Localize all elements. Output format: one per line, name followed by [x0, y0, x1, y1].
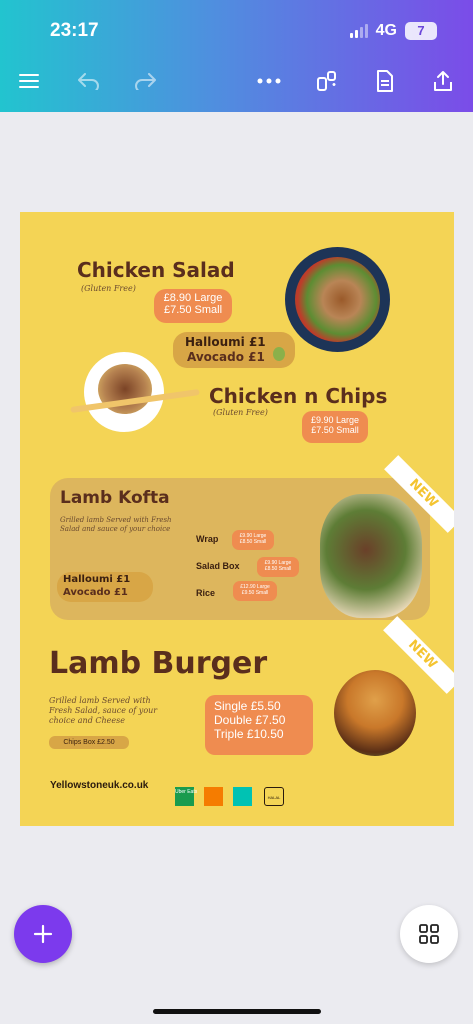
deliveroo-logo	[233, 787, 252, 806]
halloumi-extra: Halloumi £1	[185, 335, 266, 349]
chicken-salad-price-large: £8.90 Large	[163, 292, 223, 304]
kofta-wrap-small: £8.50 Small	[239, 539, 267, 545]
extras-pill: Halloumi £1 Avocado £1	[173, 332, 295, 368]
lamb-kofta-description-2: Salad and sauce of your choice	[60, 525, 171, 533]
kofta-avocado: Avocado £1	[63, 587, 128, 598]
battery-icon: 7	[405, 22, 437, 40]
redo-icon[interactable]	[128, 64, 162, 98]
magic-resize-icon[interactable]	[310, 64, 344, 98]
network-label: 4G	[375, 22, 397, 39]
lamb-burger-description-2: Fresh Salad, sauce of your	[49, 706, 158, 715]
add-button[interactable]	[14, 905, 72, 963]
chicken-chips-subtitle: (Gluten Free)	[213, 408, 268, 417]
kofta-extras-pill: Halloumi £1 Avocado £1	[57, 572, 153, 602]
halal-logo: HALAL	[264, 787, 284, 806]
just-eat-logo	[204, 787, 223, 806]
kofta-wrap-prices: £9.90 Large £8.50 Small	[232, 530, 274, 550]
chicken-chips-title: Chicken n Chips	[209, 384, 388, 408]
avocado-extra: Avocado £1	[187, 350, 265, 364]
home-indicator	[153, 1009, 321, 1014]
status-indicators: 4G 7	[349, 22, 437, 40]
kofta-option-rice: Rice	[196, 588, 216, 598]
status-time: 23:17	[50, 20, 99, 41]
plus-icon	[33, 924, 53, 944]
uber-eats-logo: Uber Eats	[175, 787, 197, 806]
chips-box-pill: Chips Box £2.50	[49, 736, 129, 749]
lamb-burger-description-3: choice and Cheese	[49, 716, 125, 725]
chicken-chips-price-small: £7.50 Small	[311, 425, 359, 435]
chicken-salad-title: Chicken Salad	[77, 258, 235, 282]
burger-prices: Single £5.50 Double £7.50 Triple £10.50	[205, 695, 313, 755]
more-icon[interactable]	[252, 64, 286, 98]
lamb-kofta-description-1: Grilled lamb Served with Fresh	[60, 516, 172, 524]
kofta-option-salad-box: Salad Box	[196, 561, 240, 571]
avocado-icon	[273, 347, 285, 361]
lamb-burger-description-1: Grilled lamb Served with	[49, 696, 151, 705]
chicken-chips-price-large: £9.90 Large	[310, 415, 360, 425]
burger-triple: Triple £10.50	[214, 727, 284, 741]
undo-icon[interactable]	[72, 64, 106, 98]
website-link: Yellowstoneuk.co.uk	[50, 780, 149, 791]
chicken-salad-subtitle: (Gluten Free)	[81, 284, 136, 293]
signal-icon	[349, 24, 368, 38]
lamb-burger-title: Lamb Burger	[49, 646, 268, 681]
chicken-chips-prices: £9.90 Large £7.50 Small	[302, 411, 368, 443]
burger-single: Single £5.50	[214, 699, 281, 713]
document-icon[interactable]	[368, 64, 402, 98]
kofta-salad-box-prices: £9.90 Large £8.50 Small	[257, 557, 299, 577]
grid-icon	[419, 924, 439, 944]
pages-grid-button[interactable]	[400, 905, 458, 963]
kofta-option-wrap: Wrap	[196, 534, 219, 544]
chicken-salad-photo	[285, 247, 390, 352]
chicken-salad-prices: £8.90 Large £7.50 Small	[154, 289, 232, 323]
chicken-chips-photo	[84, 352, 164, 432]
hamburger-icon[interactable]	[12, 64, 46, 98]
kofta-rice-small: £9.50 Small	[241, 590, 269, 596]
share-icon[interactable]	[426, 64, 460, 98]
lamb-kofta-title: Lamb Kofta	[60, 488, 170, 508]
kofta-salad-small: £8.50 Small	[264, 566, 292, 572]
design-canvas[interactable]: Chicken Salad (Gluten Free) £8.90 Large …	[20, 212, 454, 826]
kofta-halloumi: Halloumi £1	[63, 574, 131, 585]
editor-header: 23:17 4G 7	[0, 0, 473, 112]
lamb-kofta-photo	[320, 494, 422, 618]
kofta-rice-prices: £12.90 Large £9.50 Small	[233, 581, 277, 601]
chicken-salad-price-small: £7.50 Small	[163, 304, 223, 316]
lamb-burger-photo	[334, 670, 416, 756]
burger-double: Double £7.50	[214, 713, 286, 727]
